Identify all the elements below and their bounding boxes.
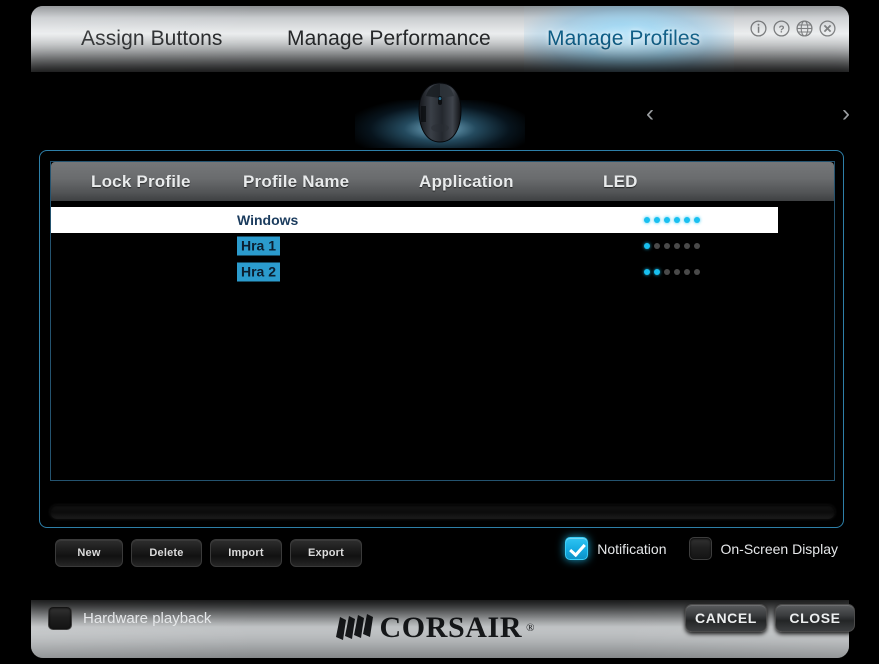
led-indicator-group[interactable] (644, 243, 700, 249)
hardware-playback-label: Hardware playback (83, 609, 212, 627)
window-control-icons: ? (750, 20, 836, 37)
close-button[interactable]: CLOSE (775, 604, 855, 632)
svg-text:?: ? (778, 24, 784, 35)
horizontal-scrollbar[interactable] (50, 505, 835, 519)
on-screen-display-checkbox[interactable]: On-Screen Display (688, 537, 839, 560)
column-header-application[interactable]: Application (419, 172, 514, 192)
led-dot (644, 217, 650, 223)
led-dot (694, 243, 700, 249)
delete-profile-button[interactable]: Delete (131, 539, 202, 567)
import-profile-button[interactable]: Import (210, 539, 282, 567)
led-dot (684, 269, 690, 275)
device-image[interactable] (354, 82, 525, 148)
help-icon[interactable]: ? (773, 20, 790, 37)
led-indicator-group[interactable] (644, 217, 700, 223)
tab-manage-performance[interactable]: Manage Performance (287, 27, 491, 51)
language-globe-icon[interactable] (796, 20, 813, 37)
action-bar: New Delete Import Export Notification On… (39, 537, 844, 573)
led-dot (654, 217, 660, 223)
info-icon[interactable] (750, 20, 767, 37)
led-dot (654, 269, 660, 275)
led-dot (684, 217, 690, 223)
tab-assign-buttons[interactable]: Assign Buttons (81, 27, 222, 51)
table-row[interactable]: Windows (51, 207, 834, 233)
close-icon[interactable] (819, 20, 836, 37)
column-header-profile-name[interactable]: Profile Name (243, 172, 349, 192)
led-dot (694, 269, 700, 275)
column-header-led[interactable]: LED (603, 172, 638, 192)
previous-device-button[interactable]: ‹ (646, 102, 654, 126)
led-dot (644, 243, 650, 249)
tab-list: Assign Buttons Manage Performance Manage… (31, 6, 849, 72)
cancel-button[interactable]: CANCEL (685, 604, 767, 632)
tab-manage-profiles[interactable]: Manage Profiles (547, 27, 700, 51)
led-dot (644, 269, 650, 275)
device-selector: ‹ › (10, 78, 869, 148)
led-dot (664, 269, 670, 275)
hardware-playback-checkbox[interactable]: Hardware playback (48, 606, 211, 630)
checkbox-checked-icon (565, 537, 589, 560)
led-dot (674, 269, 680, 275)
corsair-gaming-mouse-configurator: Assign Buttons Manage Performance Manage… (0, 0, 879, 664)
tab-bar: Assign Buttons Manage Performance Manage… (31, 6, 849, 82)
next-device-button[interactable]: › (842, 102, 850, 126)
profiles-table: Lock Profile Profile Name Application LE… (50, 161, 835, 481)
led-dot (674, 217, 680, 223)
profile-name-label[interactable]: Windows (237, 212, 298, 228)
new-profile-button[interactable]: New (55, 539, 123, 567)
led-indicator-group[interactable] (644, 269, 700, 275)
table-row[interactable]: Hra 1 (51, 233, 834, 259)
table-row[interactable]: Hra 2 (51, 259, 834, 285)
dialog-footer: Hardware playback CANCEL CLOSE (10, 600, 869, 646)
gaming-mouse-icon (417, 82, 462, 143)
checkbox-unchecked-icon (48, 606, 72, 630)
display-options-group: Notification On-Screen Display (565, 537, 838, 560)
manage-profiles-dialog: ‹ › Lock Profile Profile Name Applicatio… (10, 72, 869, 600)
profiles-panel: Lock Profile Profile Name Application LE… (39, 150, 844, 528)
profile-name-label[interactable]: Hra 1 (237, 236, 281, 256)
led-dot (684, 243, 690, 249)
led-dot (674, 243, 680, 249)
table-header-row: Lock Profile Profile Name Application LE… (51, 162, 834, 201)
checkbox-unchecked-icon (688, 537, 712, 560)
led-dot (664, 243, 670, 249)
table-body: Windows Hra 1 Hra 2 (51, 207, 834, 475)
led-dot (654, 243, 660, 249)
on-screen-display-label: On-Screen Display (720, 540, 839, 557)
column-header-lock-profile[interactable]: Lock Profile (91, 172, 191, 192)
notification-label: Notification (597, 540, 667, 557)
led-dot (664, 217, 670, 223)
profile-name-label[interactable]: Hra 2 (237, 262, 281, 282)
notification-checkbox[interactable]: Notification (565, 537, 667, 560)
export-profile-button[interactable]: Export (290, 539, 362, 567)
led-dot (694, 217, 700, 223)
